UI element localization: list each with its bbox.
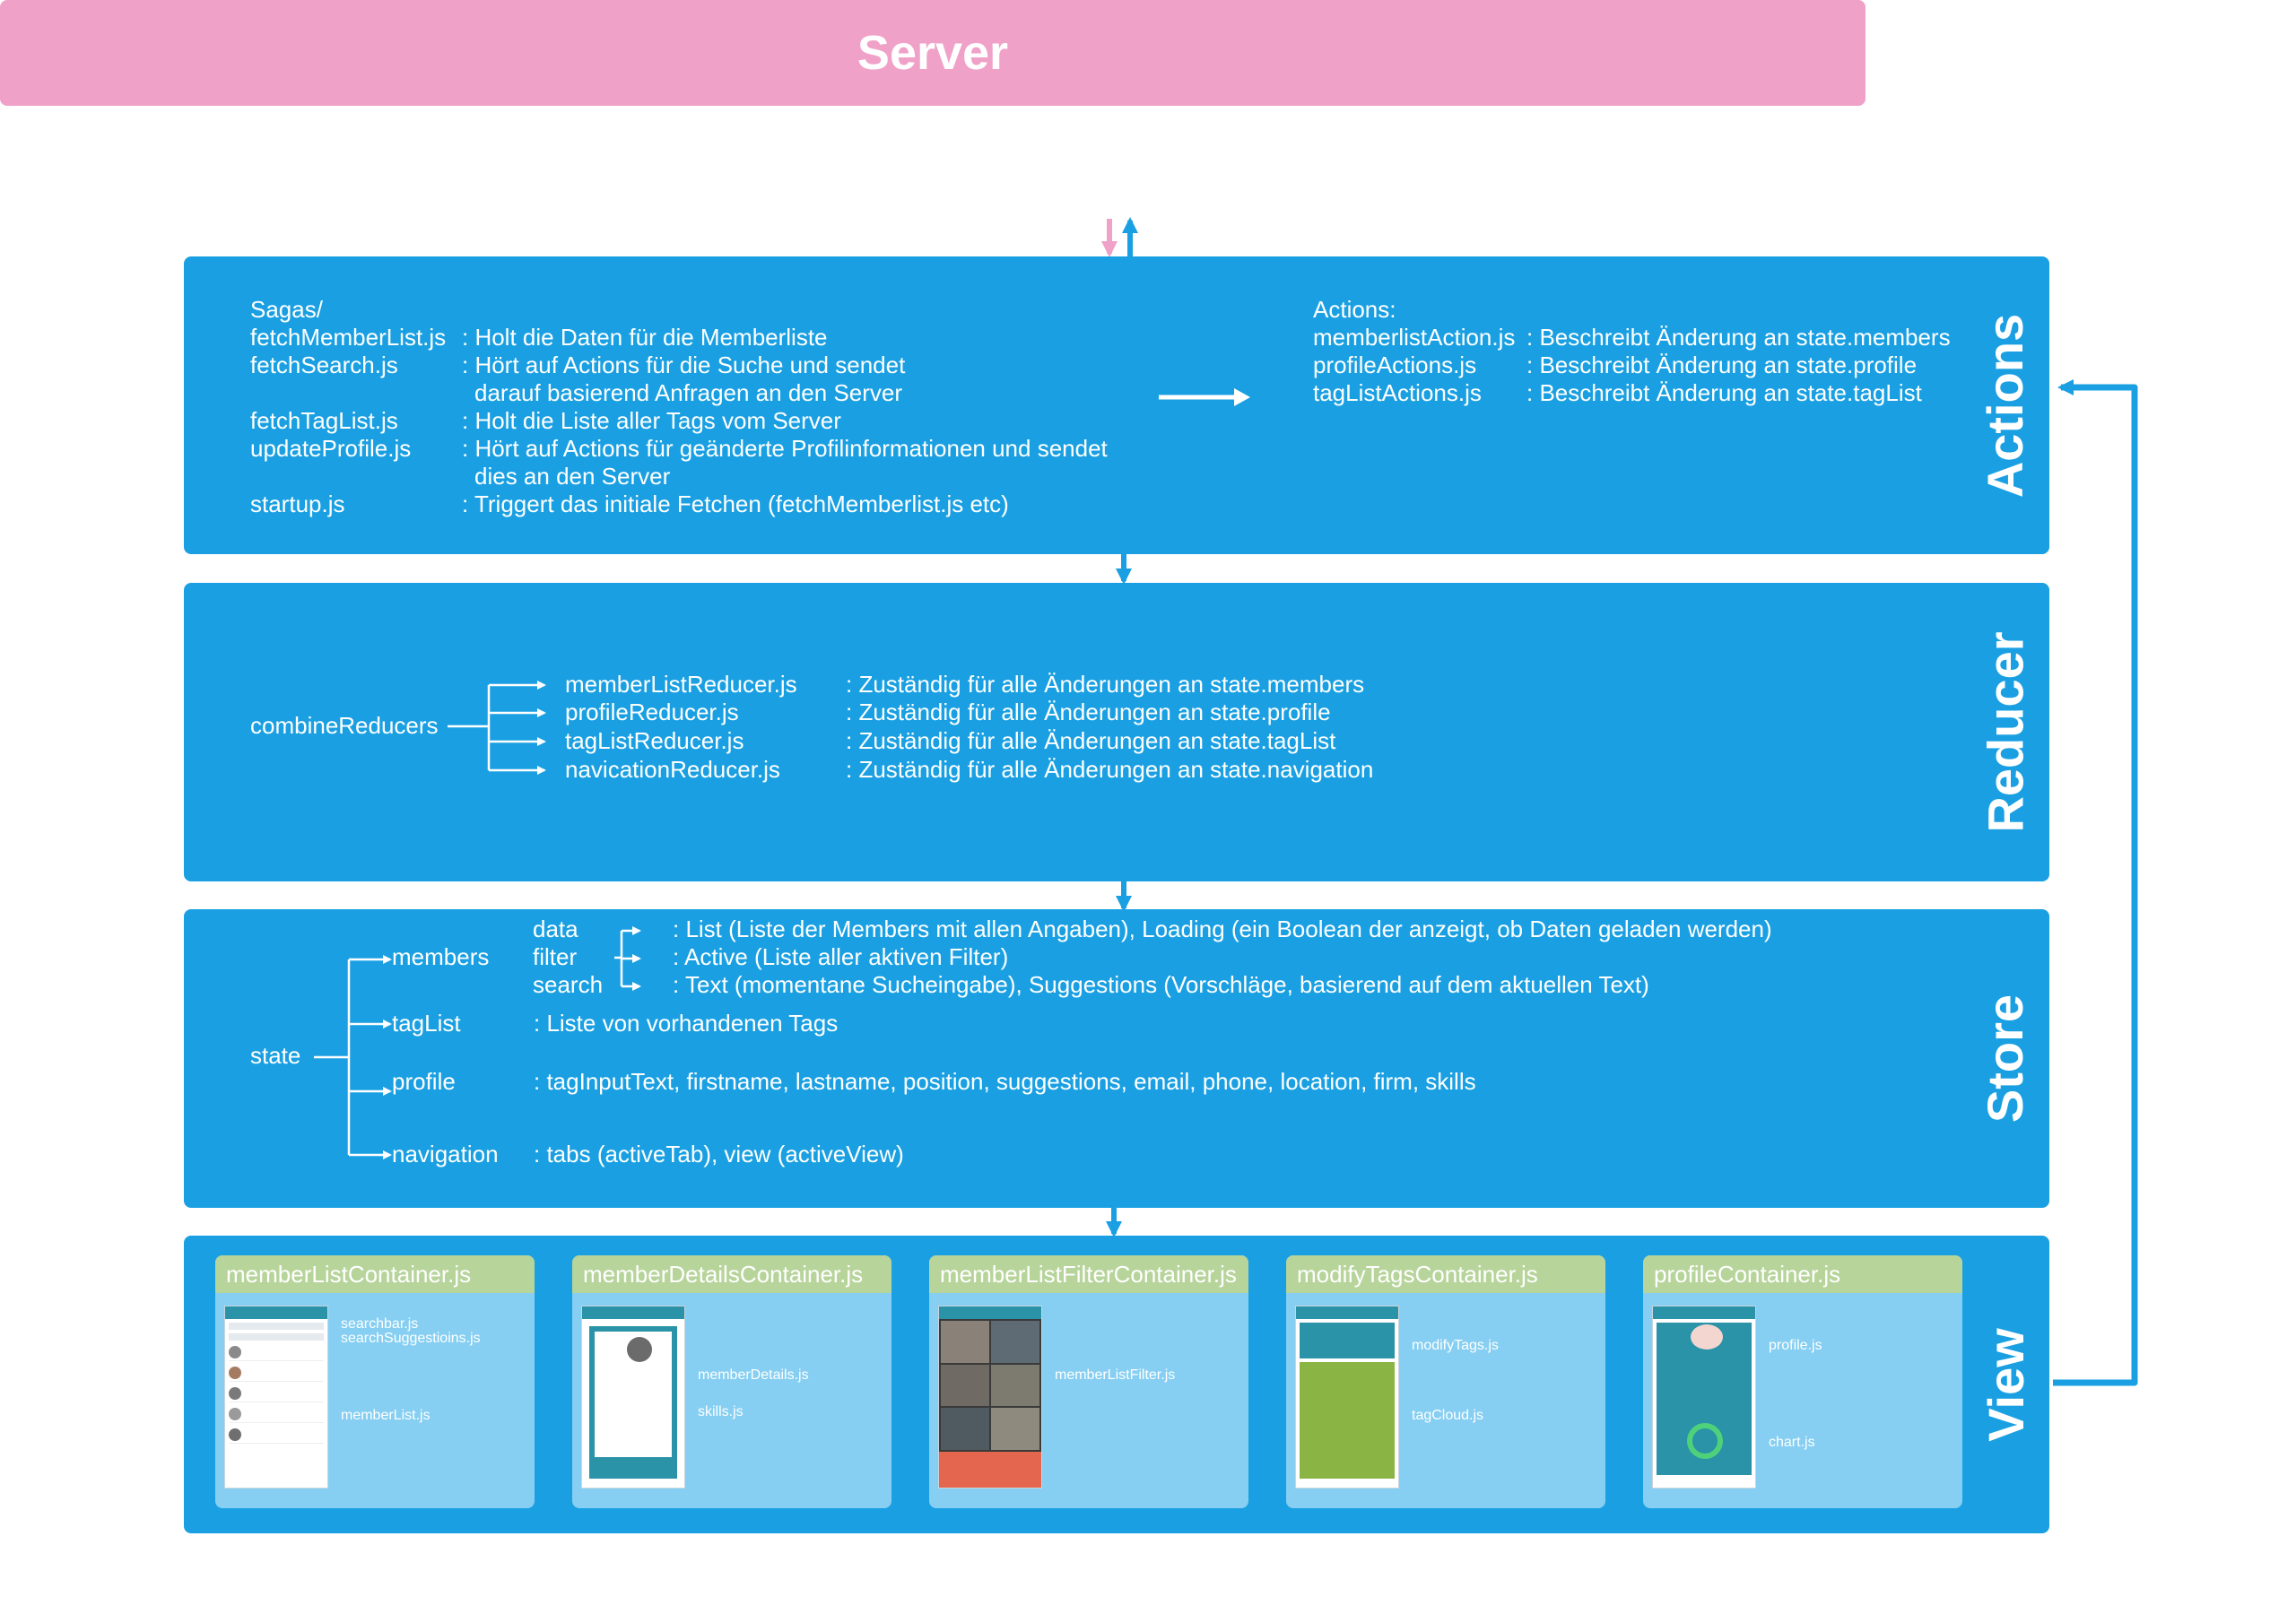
modify-tags-container-card: modifyTagsContainer.js modifyTags.js tag…	[1286, 1255, 1605, 1508]
reducer-file: profileReducer.js	[565, 699, 739, 725]
actions-side-label: Actions	[1977, 313, 2034, 498]
store-members-desc: : Active (Liste aller aktiven Filter)	[673, 943, 1009, 970]
reducer-desc: : Zuständig für alle Änderungen an state…	[846, 756, 1374, 783]
member-list-filter-container-card: memberListFilterContainer.js memberListF…	[929, 1255, 1248, 1508]
component-label: profile.js	[1769, 1338, 1822, 1353]
action-desc: : Beschreibt Änderung an state.members	[1526, 324, 1951, 351]
reducer-desc: : Zuständig für alle Änderungen an state…	[846, 727, 1336, 754]
reducer-desc: : Zuständig für alle Änderungen an state…	[846, 671, 1365, 698]
card-title: modifyTagsContainer.js	[1286, 1255, 1605, 1293]
store-side-label: Store	[1977, 994, 2034, 1124]
member-list-screenshot	[224, 1306, 328, 1488]
profile-screenshot	[1652, 1306, 1756, 1488]
action-file: profileActions.js	[1313, 352, 1477, 378]
component-label: memberList.js	[341, 1408, 430, 1423]
store-navigation: navigation	[392, 1141, 499, 1167]
reducer-desc: : Zuständig für alle Änderungen an state…	[846, 699, 1331, 725]
store-members-key: data	[533, 916, 578, 942]
component-label: tagCloud.js	[1412, 1408, 1484, 1423]
saga-file: updateProfile.js	[250, 435, 412, 462]
saga-file: fetchSearch.js	[250, 352, 398, 378]
card-title: memberDetailsContainer.js	[572, 1255, 891, 1293]
actions-header: Actions:	[1313, 296, 1396, 323]
actions-panel: Actions Sagas/ fetchMemberList.js : Holt…	[184, 256, 2049, 554]
reducer-file: navicationReducer.js	[565, 756, 780, 783]
member-list-filter-screenshot	[938, 1306, 1042, 1488]
store-members-desc: : Text (momentane Sucheingabe), Suggesti…	[673, 971, 1649, 998]
store-taglist-desc: : Liste von vorhandenen Tags	[534, 1010, 839, 1037]
view-to-actions-arrow	[2053, 379, 2138, 1386]
store-taglist: tagList	[392, 1010, 461, 1037]
store-members-desc: : List (Liste der Members mit allen Anga…	[673, 916, 1772, 942]
saga-desc: : Hört auf Actions für die Suche und sen…	[462, 352, 906, 378]
store-profile: profile	[392, 1068, 456, 1095]
saga-desc: : Hört auf Actions für geänderte Profili…	[462, 435, 1108, 462]
store-members-key: filter	[533, 943, 578, 970]
store-navigation-desc: : tabs (activeTab), view (activeView)	[534, 1141, 904, 1167]
modify-tags-screenshot	[1295, 1306, 1399, 1488]
member-details-container-card: memberDetailsContainer.js memberDetails.…	[572, 1255, 891, 1508]
saga-file: fetchTagList.js	[250, 407, 398, 434]
sagas-to-actions-arrow	[1159, 388, 1250, 406]
store-members-key: search	[533, 971, 604, 998]
store-members: members	[392, 943, 490, 970]
component-label: memberListFilter.js	[1055, 1367, 1176, 1383]
member-list-container-card: memberListContainer.js searchbar.js sear…	[215, 1255, 535, 1508]
reducer-root: combineReducers	[250, 712, 439, 739]
component-label: chart.js	[1769, 1435, 1815, 1450]
action-file: memberlistAction.js	[1313, 324, 1516, 351]
component-label: searchbar.js	[341, 1316, 419, 1332]
store-tree-lines	[314, 926, 641, 1159]
card-title: memberListContainer.js	[215, 1255, 535, 1293]
store-root: state	[250, 1042, 301, 1069]
reducer-file: memberListReducer.js	[565, 671, 797, 698]
component-label: skills.js	[698, 1404, 744, 1419]
saga-desc: darauf basierend Anfragen an den Server	[474, 379, 903, 406]
store-panel: Store state members data : List (Liste d…	[184, 909, 2049, 1208]
action-file: tagListActions.js	[1313, 379, 1482, 406]
reducer-panel: Reducer combineReducers memberListReduce…	[184, 583, 2049, 881]
reducer-side-label: Reducer	[1977, 631, 2034, 833]
sagas-header: Sagas/	[250, 296, 323, 323]
action-desc: : Beschreibt Änderung an state.tagList	[1526, 379, 1922, 406]
saga-file: startup.js	[250, 490, 345, 517]
reducer-file: tagListReducer.js	[565, 727, 744, 754]
store-profile-desc: : tagInputText, firstname, lastname, pos…	[534, 1068, 1476, 1095]
saga-desc: dies an den Server	[474, 463, 671, 490]
component-label: searchSuggestioins.js	[341, 1331, 481, 1346]
saga-desc: : Triggert das initiale Fetchen (fetchMe…	[462, 490, 1009, 517]
member-details-screenshot	[581, 1306, 685, 1488]
component-label: modifyTags.js	[1412, 1338, 1499, 1353]
card-title: profileContainer.js	[1643, 1255, 1962, 1293]
profile-container-card: profileContainer.js profile.js chart.js	[1643, 1255, 1962, 1508]
saga-desc: : Holt die Liste aller Tags vom Server	[462, 407, 841, 434]
card-title: memberListFilterContainer.js	[929, 1255, 1248, 1293]
view-side-label: View	[1977, 1327, 2034, 1442]
saga-file: fetchMemberList.js	[250, 324, 447, 351]
saga-desc: : Holt die Daten für die Memberliste	[462, 324, 828, 351]
component-label: memberDetails.js	[698, 1367, 809, 1383]
action-desc: : Beschreibt Änderung an state.profile	[1526, 352, 1918, 378]
